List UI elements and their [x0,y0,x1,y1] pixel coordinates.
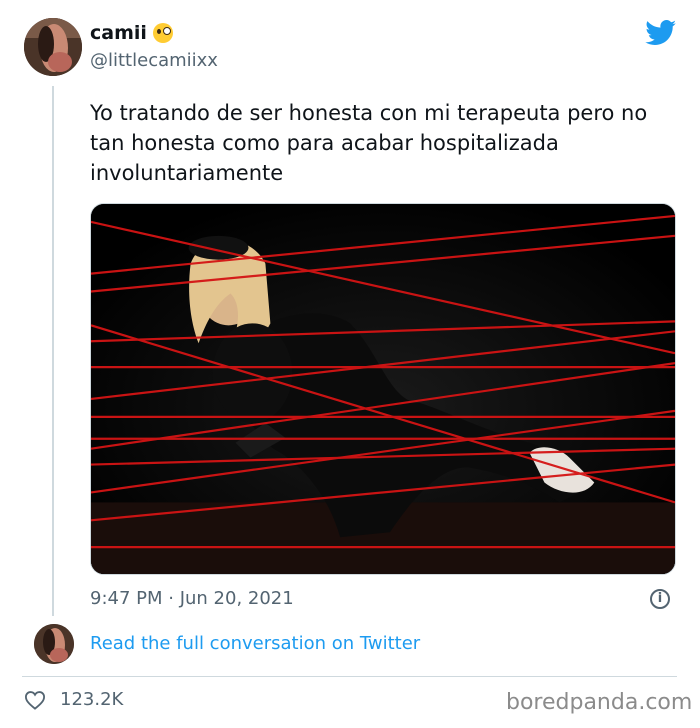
like-count: 123.2K [60,689,124,710]
small-avatar[interactable] [34,624,74,664]
thread-line [52,86,54,616]
twitter-bird-icon[interactable] [645,20,677,46]
author-name[interactable]: camii [90,22,173,44]
read-full-conversation-link[interactable]: Read the full conversation on Twitter [90,633,420,654]
tweet-media-image[interactable] [90,203,676,575]
info-icon[interactable]: i [650,589,670,609]
divider [22,676,677,677]
like-action[interactable]: 123.2K [24,689,123,710]
display-name[interactable]: camii [90,22,147,44]
tweet-text: Yo tratando de ser honesta con mi terape… [90,101,648,185]
author-avatar[interactable] [24,18,82,76]
tweet-timestamp[interactable]: 9:47 PM · Jun 20, 2021 [90,588,294,609]
watermark: boredpanda.com [506,690,693,715]
heart-icon[interactable] [24,690,46,710]
author-handle[interactable]: @littlecamiixx [90,50,218,71]
zany-face-emoji [152,23,173,43]
